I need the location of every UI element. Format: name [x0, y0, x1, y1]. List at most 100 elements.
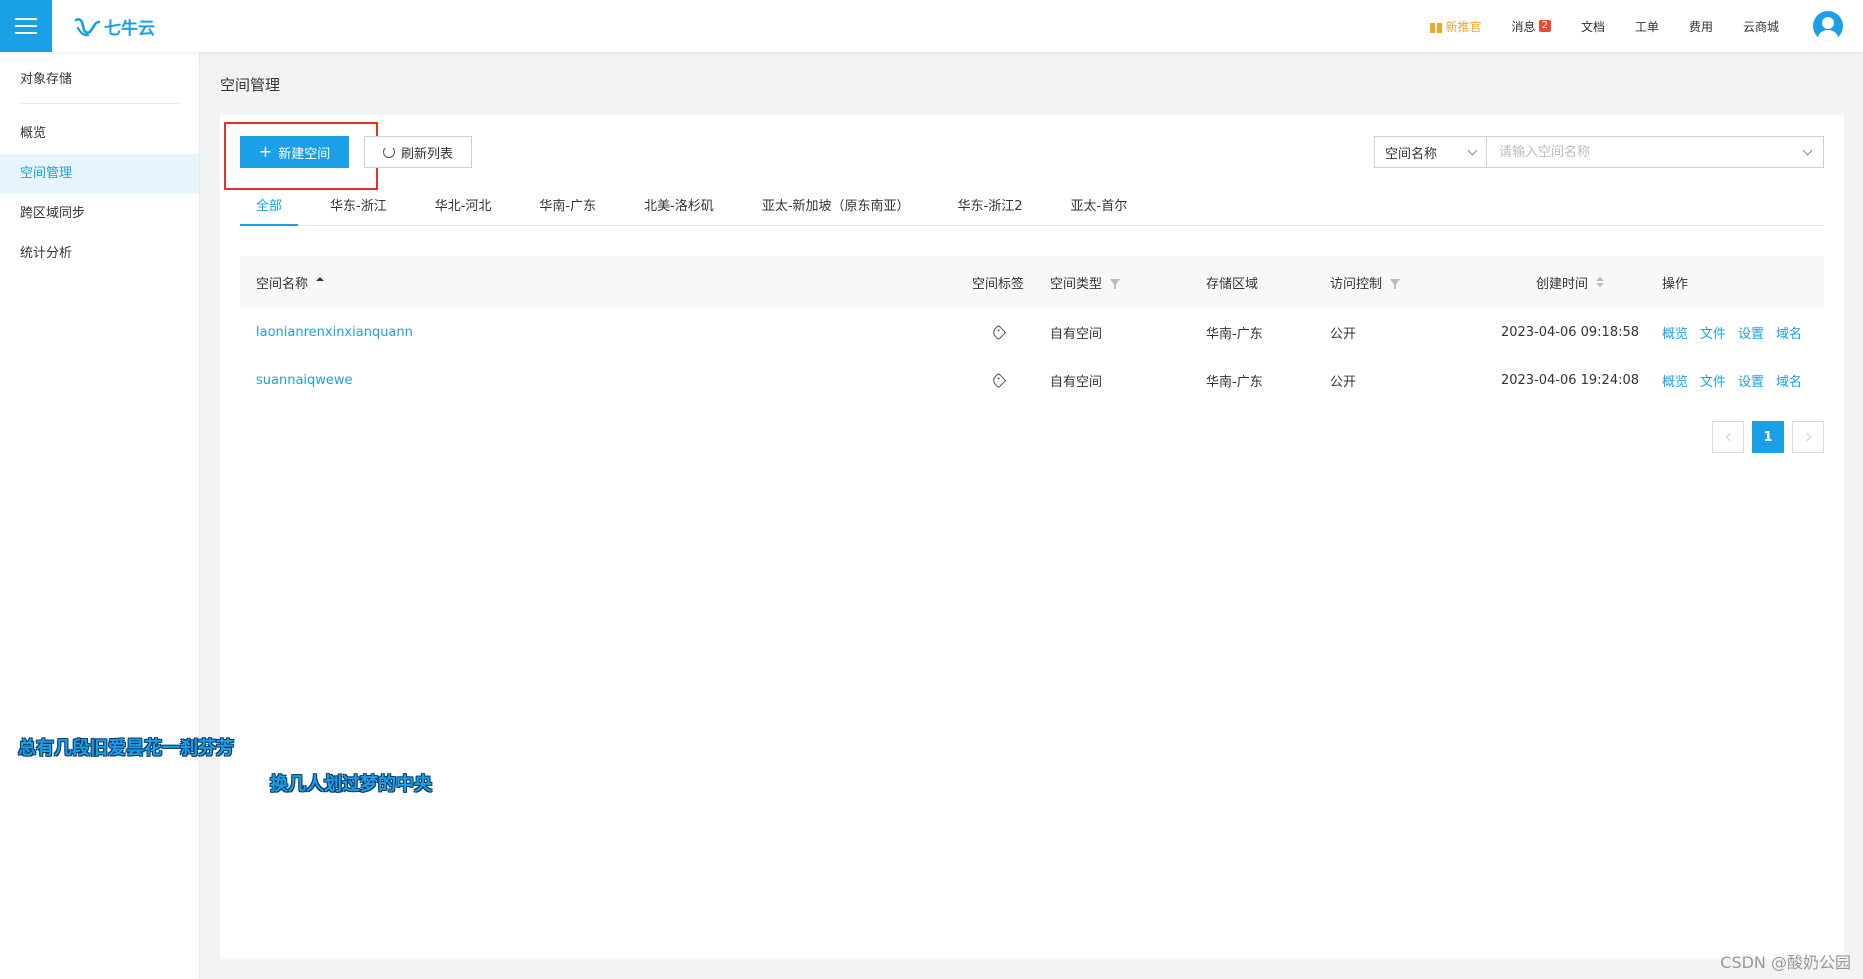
bucket-created: 2023-04-06 09:18:58 — [1500, 324, 1640, 340]
plus-icon: + — [258, 142, 273, 161]
nav-messages[interactable]: 消息 2 — [1512, 18, 1551, 35]
bucket-table: 空间名称 空间标签 空间类型 存储区域 访问控制 创建时间 操作 laonian… — [240, 256, 1824, 404]
bucket-type: 自有空间 — [1050, 326, 1103, 342]
nav-promo-label: 新推官 — [1445, 19, 1482, 34]
row-actions: 概览 文件 设置 域名 — [1662, 371, 1824, 390]
header-acl-label: 访问控制 — [1330, 276, 1383, 292]
refresh-icon — [382, 146, 395, 158]
action-domains-link[interactable]: 域名 — [1776, 323, 1802, 342]
header-created-label: 创建时间 — [1535, 276, 1588, 292]
brand-name: 七牛云 — [104, 19, 155, 39]
table-header: 空间名称 空间标签 空间类型 存储区域 访问控制 创建时间 操作 — [240, 256, 1824, 308]
search-input-wrap — [1487, 137, 1823, 167]
header-tag: 空间标签 — [971, 276, 1024, 292]
tab-north-hebei[interactable]: 华北-河北 — [419, 188, 508, 226]
tab-south-guangdong[interactable]: 华南-广东 — [523, 188, 612, 226]
row-actions: 概览 文件 设置 域名 — [1662, 323, 1824, 342]
search-bar: 空间名称 — [1374, 136, 1824, 168]
sidebar-item-bucket-management[interactable]: 空间管理 — [0, 154, 199, 194]
menu-toggle-button[interactable] — [0, 0, 52, 52]
bucket-name-link[interactable]: suannaiqwewe — [256, 373, 353, 388]
top-bar: 七牛云 新推官 消息 2 文档 工单 费用 云商城 — [0, 0, 1863, 52]
header-ops: 操作 — [1662, 276, 1689, 292]
chevron-right-icon — [1802, 432, 1811, 442]
header-name[interactable]: 空间名称 — [240, 273, 946, 292]
prev-page-button[interactable] — [1712, 421, 1744, 453]
sort-icon[interactable] — [1596, 277, 1604, 287]
table-row: laonianrenxinxianquann 自有空间 华南-广东 公开 202… — [240, 308, 1824, 356]
tab-ap-seoul[interactable]: 亚太-首尔 — [1055, 188, 1144, 226]
tab-east-zhejiang2[interactable]: 华东-浙江2 — [942, 188, 1039, 226]
brand-logo[interactable]: 七牛云 — [74, 14, 155, 39]
tab-east-zhejiang[interactable]: 华东-浙江 — [314, 188, 403, 226]
tab-all[interactable]: 全部 — [240, 188, 299, 226]
top-nav: 新推官 消息 2 文档 工单 费用 云商城 — [1399, 0, 1863, 52]
nav-marketplace[interactable]: 云商城 — [1743, 18, 1779, 35]
action-domains-link[interactable]: 域名 — [1776, 371, 1802, 390]
hamburger-line — [15, 25, 37, 27]
hamburger-line — [15, 18, 37, 20]
sidebar-item-statistics[interactable]: 统计分析 — [0, 234, 199, 274]
bucket-name-link[interactable]: laonianrenxinxianquann — [256, 325, 413, 340]
nav-docs[interactable]: 文档 — [1581, 18, 1605, 35]
new-bucket-button[interactable]: + 新建空间 — [240, 136, 349, 168]
action-files-link[interactable]: 文件 — [1700, 323, 1726, 342]
action-settings-link[interactable]: 设置 — [1738, 323, 1764, 342]
header-created[interactable]: 创建时间 — [1478, 273, 1662, 292]
nav-messages-label: 消息 — [1511, 19, 1536, 34]
action-files-link[interactable]: 文件 — [1700, 371, 1726, 390]
region-tabs: 全部 华东-浙江 华北-河北 华南-广东 北美-洛杉矶 亚太-新加坡（原东南亚）… — [240, 188, 1824, 226]
sidebar-title: 对象存储 — [20, 72, 73, 87]
tab-ap-singapore[interactable]: 亚太-新加坡（原东南亚） — [746, 188, 926, 226]
chevron-left-icon — [1725, 432, 1734, 442]
nav-tickets[interactable]: 工单 — [1635, 18, 1659, 35]
tab-na-los-angeles[interactable]: 北美-洛杉矶 — [628, 188, 730, 226]
chevron-down-icon — [1467, 145, 1478, 155]
header-type: 空间类型 — [1050, 273, 1206, 292]
tag-icon[interactable] — [990, 324, 1006, 340]
sort-icon[interactable] — [316, 277, 325, 287]
watermark: CSDN @酸奶公园 — [1720, 953, 1851, 972]
filter-icon[interactable] — [1390, 278, 1401, 289]
action-overview-link[interactable]: 概览 — [1662, 371, 1688, 390]
bucket-region: 华南-广东 — [1206, 374, 1263, 390]
search-input[interactable] — [1499, 144, 1799, 160]
page-title: 空间管理 — [220, 76, 281, 94]
filter-icon[interactable] — [1110, 278, 1121, 289]
pagination: 1 — [1712, 421, 1824, 453]
search-field-value: 空间名称 — [1385, 146, 1438, 162]
tag-icon[interactable] — [990, 372, 1006, 388]
action-overview-link[interactable]: 概览 — [1662, 323, 1688, 342]
lyric-overlay-1: 总有几段旧爱昙花一刹芬芳 — [18, 738, 234, 759]
header-acl: 访问控制 — [1330, 273, 1478, 292]
hamburger-line — [15, 32, 37, 34]
header-region: 存储区域 — [1206, 276, 1259, 292]
chevron-down-icon[interactable] — [1802, 145, 1813, 155]
header-name-label: 空间名称 — [256, 276, 309, 292]
sidebar-item-cross-region-sync[interactable]: 跨区域同步 — [0, 194, 199, 234]
header-type-label: 空间类型 — [1050, 276, 1103, 292]
qiniu-logo-icon — [74, 17, 100, 36]
bucket-created: 2023-04-06 19:24:08 — [1500, 372, 1640, 388]
nav-billing[interactable]: 费用 — [1689, 18, 1713, 35]
bucket-type: 自有空间 — [1050, 374, 1103, 390]
sidebar: 对象存储 概览 空间管理 跨区域同步 统计分析 — [0, 52, 200, 979]
message-count-badge: 2 — [1538, 20, 1551, 32]
sidebar-item-overview[interactable]: 概览 — [0, 114, 199, 154]
bucket-acl: 公开 — [1330, 374, 1357, 390]
action-settings-link[interactable]: 设置 — [1738, 371, 1764, 390]
next-page-button[interactable] — [1792, 421, 1824, 453]
refresh-list-button[interactable]: 刷新列表 — [364, 136, 472, 168]
refresh-list-label: 刷新列表 — [400, 146, 453, 162]
nav-promo[interactable]: 新推官 — [1429, 18, 1482, 35]
user-avatar[interactable] — [1813, 11, 1843, 41]
table-row: suannaiqwewe 自有空间 华南-广东 公开 2023-04-06 19… — [240, 356, 1824, 404]
bucket-acl: 公开 — [1330, 326, 1357, 342]
bucket-region: 华南-广东 — [1206, 326, 1263, 342]
gift-icon — [1429, 19, 1443, 33]
search-field-select[interactable]: 空间名称 — [1375, 137, 1487, 167]
main-panel: + 新建空间 刷新列表 空间名称 全部 华东-浙江 华北-河北 华南-广东 北美… — [220, 115, 1844, 959]
lyric-overlay-2: 换几人划过梦的中央 — [270, 774, 432, 795]
new-bucket-label: 新建空间 — [278, 146, 331, 162]
page-current[interactable]: 1 — [1752, 421, 1784, 453]
